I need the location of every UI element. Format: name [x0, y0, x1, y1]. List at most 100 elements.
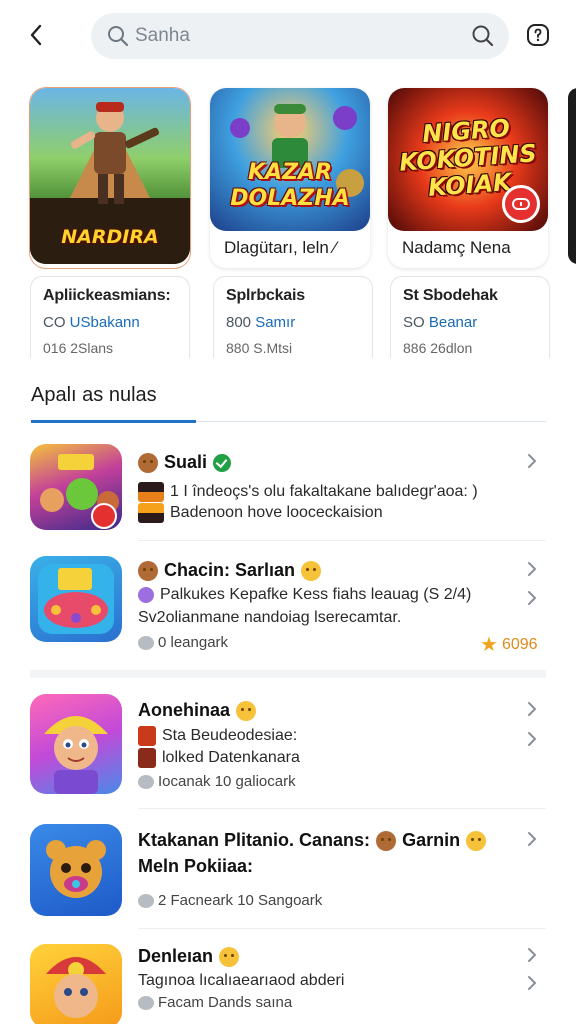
info-cards: Apliickeasmians: CO USbakann 016 2Slans …	[0, 276, 576, 360]
verified-icon	[213, 453, 232, 472]
app-icon	[30, 556, 122, 642]
tab-underline	[31, 420, 196, 423]
info-sub: 016 2Slans	[43, 340, 114, 356]
section-tabs: Apalı as nulas	[0, 378, 576, 426]
featured-art-title: NARDIRA	[61, 226, 159, 248]
app-icon	[30, 694, 122, 794]
featured-card-3[interactable]: NIGRO KOKOTINS KOIAK Nadamç Nena	[388, 88, 548, 268]
app-icon	[30, 444, 122, 530]
app-header	[0, 0, 576, 72]
emoji-icon	[376, 830, 397, 851]
app-title: Aonehinaa	[138, 700, 257, 721]
help-icon[interactable]	[525, 22, 551, 48]
featured-art-3: NIGRO KOKOTINS KOIAK	[388, 88, 548, 231]
list-item[interactable]: Chacin: Sarlıan Palkukes Kepafke Kess fi…	[0, 552, 576, 672]
list-item[interactable]: Aonehinaa Sta Beudeodesiae: lolked Daten…	[0, 692, 576, 810]
chevron-right-icon[interactable]	[525, 452, 539, 470]
emoji-icon	[219, 946, 240, 967]
info-card-3[interactable]: St Sbodehak SO Beanar 886 26dlon	[390, 276, 550, 358]
app-title: Denleıan	[138, 946, 240, 967]
chevron-right-icon[interactable]	[525, 560, 539, 578]
search-submit-icon[interactable]	[471, 24, 495, 48]
chevron-right-icon[interactable]	[525, 830, 539, 848]
divider	[138, 928, 546, 929]
chevron-right-icon[interactable]	[525, 730, 539, 748]
app-title: Chacin: Sarlıan	[138, 560, 322, 581]
badge-icon	[138, 587, 154, 603]
app-meta: 0 leangark	[138, 634, 228, 651]
heart-icon	[138, 995, 154, 1010]
emoji-icon	[138, 452, 158, 473]
info-line: 800 Samır	[226, 314, 296, 331]
record-badge	[502, 185, 540, 223]
featured-caption: Nadamç Nena	[402, 238, 511, 257]
app-line: 1 I îndeoçs's olu fakaltakane balıdegr'a…	[138, 482, 478, 502]
info-line: CO USbakann	[43, 314, 140, 331]
rating: ★ 6096	[480, 634, 538, 656]
info-sub: 880 S.Mtsi	[226, 340, 293, 356]
chevron-right-icon[interactable]	[525, 700, 539, 718]
featured-carousel: NARDIRA KAZAR DOLAZHA Dlagütarı, leln ⁄ …	[0, 88, 576, 273]
thumbnail-icon	[138, 482, 164, 502]
app-line: Tagınoa lıcalıaearıaod abderi	[138, 972, 345, 989]
search-icon	[108, 26, 129, 47]
chevron-right-icon[interactable]	[525, 589, 539, 607]
featured-card-1[interactable]: NARDIRA	[30, 88, 190, 268]
heart-icon	[138, 635, 154, 650]
info-title: Apliickeasmians:	[43, 287, 171, 304]
app-title: Suali	[138, 452, 232, 473]
info-title: Splrbckais	[226, 287, 305, 304]
app-meta: Facam Dands saına	[138, 994, 292, 1011]
list-item[interactable]: Ktakanan Plitanio. Canans: Garnin Meln P…	[0, 820, 576, 930]
thumbnail-icon	[138, 726, 156, 746]
info-card-1[interactable]: Apliickeasmians: CO USbakann 016 2Slans	[30, 276, 190, 358]
thumbnail-icon	[138, 748, 156, 768]
divider	[138, 540, 546, 541]
app-line: Palkukes Kepafke Kess fiahs leauag (S 2/…	[138, 586, 471, 604]
featured-art-1: NARDIRA	[30, 88, 190, 264]
info-link[interactable]: USbakann	[70, 314, 140, 331]
chevron-right-icon[interactable]	[525, 946, 539, 964]
list-item[interactable]: Denleıan Tagınoa lıcalıaearıaod abderi F…	[0, 940, 576, 1024]
search-input[interactable]	[135, 13, 455, 59]
emoji-icon	[301, 560, 322, 581]
featured-art-2: KAZAR DOLAZHA	[210, 88, 370, 231]
featured-caption: Dlagütarı, leln ⁄	[224, 238, 337, 257]
emoji-icon	[138, 560, 158, 581]
section-divider	[30, 670, 546, 678]
tab-divider	[196, 421, 546, 422]
info-line: SO Beanar	[403, 314, 478, 331]
app-icon	[30, 944, 122, 1024]
app-title-line2: Meln Pokiiaa:	[138, 856, 254, 876]
info-card-2[interactable]: Splrbckais 800 Samır 880 S.Mtsi	[213, 276, 373, 358]
featured-card-peek[interactable]	[568, 88, 576, 264]
chevron-left-icon	[30, 24, 42, 46]
search-bar[interactable]	[91, 13, 509, 59]
app-meta: Iocanak 10 galiocark	[138, 773, 296, 790]
chevron-right-icon[interactable]	[525, 974, 539, 992]
heart-icon	[138, 893, 154, 908]
featured-art-title: KAZAR DOLAZHA	[230, 160, 350, 211]
star-icon: ★	[480, 634, 498, 656]
back-button[interactable]	[22, 20, 50, 50]
tab-active[interactable]: Apalı as nulas	[31, 384, 157, 407]
app-meta: 2 Facneark 10 Sangoark	[138, 892, 322, 909]
heart-icon	[138, 774, 154, 789]
info-title: St Sbodehak	[403, 287, 498, 304]
app-icon	[30, 824, 122, 916]
thumbnail-icon	[138, 503, 164, 523]
app-line: Badenoon hove looceckaision	[138, 503, 383, 523]
emoji-icon	[236, 700, 257, 721]
info-link[interactable]: Samır	[255, 314, 295, 331]
divider	[138, 808, 546, 809]
info-link[interactable]: Beanar	[429, 314, 477, 331]
app-title: Ktakanan Plitanio. Canans: Garnin	[138, 830, 487, 851]
record-icon	[512, 198, 530, 210]
app-line: Sta Beudeodesiae:	[138, 726, 297, 746]
info-sub: 886 26dlon	[403, 340, 473, 356]
app-line: lolked Datenkanara	[138, 748, 300, 768]
app-line: Sv2olianmane nandoiag lserecamtar.	[138, 609, 402, 626]
list-item[interactable]: Suali 1 I îndeoçs's olu fakaltakane balı…	[0, 440, 576, 541]
emoji-icon	[466, 830, 487, 851]
featured-card-2[interactable]: KAZAR DOLAZHA Dlagütarı, leln ⁄	[210, 88, 370, 268]
